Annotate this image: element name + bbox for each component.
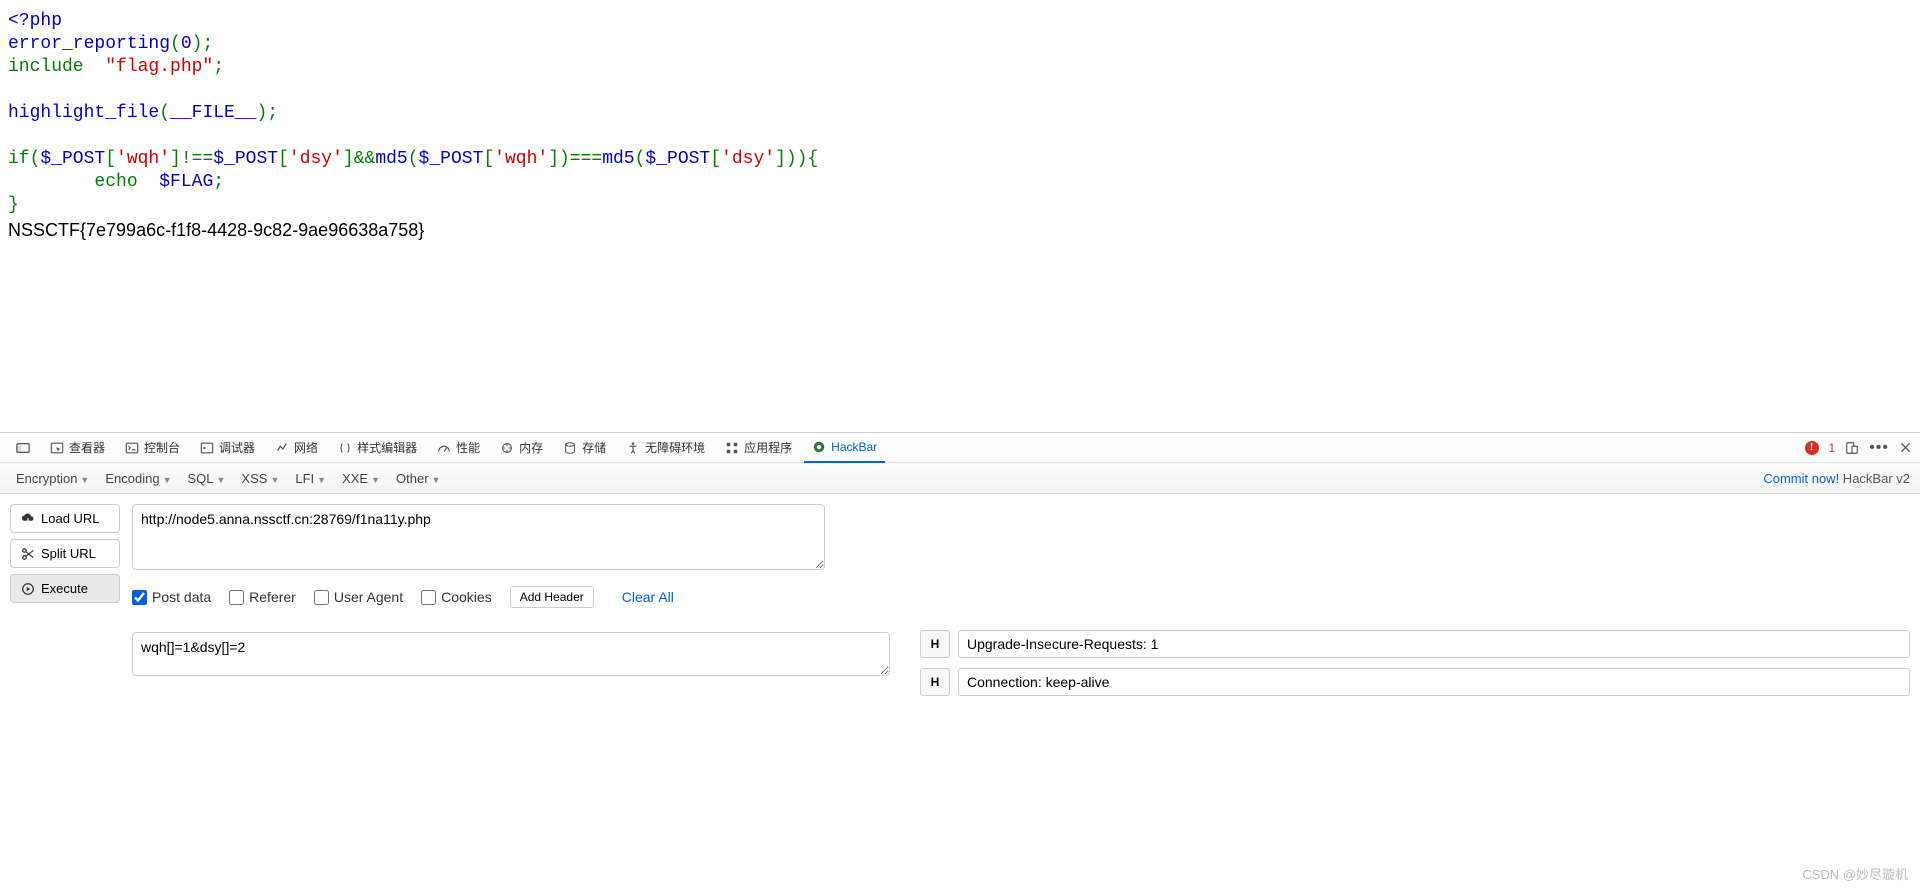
flag-output: NSSCTF{7e799a6c-f1f8-4428-9c82-9ae96638a… (8, 219, 1912, 242)
menu-other[interactable]: Other▼ (390, 467, 446, 490)
split-url-button[interactable]: Split URL (10, 539, 120, 568)
debugger-icon (200, 441, 214, 455)
tab-performance[interactable]: 性能 (429, 433, 488, 463)
menu-encryption[interactable]: Encryption▼ (10, 467, 95, 490)
tab-label: HackBar (831, 440, 877, 454)
postdata-checkbox[interactable]: Post data (132, 589, 211, 605)
referer-checkbox[interactable]: Referer (229, 589, 296, 605)
responsive-icon[interactable] (1845, 441, 1859, 455)
tab-console[interactable]: 控制台 (117, 433, 188, 463)
menu-lfi[interactable]: LFI▼ (289, 467, 332, 490)
caret-icon: ▼ (163, 475, 172, 485)
caret-icon: ▼ (270, 475, 279, 485)
storage-icon (563, 441, 577, 455)
caret-icon: ▼ (371, 475, 380, 485)
inspector-icon (50, 441, 64, 455)
console-icon (125, 441, 139, 455)
error-badge-icon[interactable]: ! (1805, 441, 1819, 455)
menu-sql[interactable]: SQL▼ (181, 467, 231, 490)
memory-icon (500, 441, 514, 455)
watermark: CSDN @妙尽璇机 (1802, 864, 1908, 883)
close-icon[interactable] (1899, 441, 1912, 454)
tab-memory[interactable]: 内存 (492, 433, 551, 463)
hackbar-toolbar: Encryption▼ Encoding▼ SQL▼ XSS▼ LFI▼ XXE… (0, 463, 1920, 494)
tab-storage[interactable]: 存储 (555, 433, 614, 463)
menu-xxe[interactable]: XXE▼ (336, 467, 386, 490)
caret-icon: ▼ (80, 475, 89, 485)
play-circle-icon (21, 582, 35, 596)
caret-icon: ▼ (217, 475, 226, 485)
header-row: H (920, 668, 1910, 696)
tab-label: 调试器 (219, 439, 255, 456)
hackbar-brand: HackBar v2 (1839, 471, 1910, 486)
commit-link[interactable]: Commit now! (1763, 471, 1839, 486)
network-icon (275, 441, 289, 455)
devtools-tabbar: 查看器 控制台 调试器 网络 样式编辑器 性能 内存 存储 (0, 433, 1920, 463)
application-icon (725, 441, 739, 455)
header-value-input[interactable] (958, 668, 1910, 696)
tab-label: 查看器 (69, 439, 105, 456)
performance-icon (437, 441, 451, 455)
tab-application[interactable]: 应用程序 (717, 433, 800, 463)
hackbar-body: Load URL Split URL Execute Post data Ref… (0, 494, 1920, 696)
button-label: Load URL (41, 511, 100, 526)
caret-icon: ▼ (432, 475, 441, 485)
tab-styleeditor[interactable]: 样式编辑器 (330, 433, 425, 463)
menu-encoding[interactable]: Encoding▼ (99, 467, 177, 490)
tab-accessibility[interactable]: 无障碍环境 (618, 433, 713, 463)
accessibility-icon (626, 441, 640, 455)
tab-hackbar[interactable]: HackBar (804, 433, 885, 463)
header-type-button[interactable]: H (920, 630, 950, 658)
postdata-input[interactable] (132, 632, 890, 676)
more-icon[interactable]: ••• (1869, 439, 1889, 457)
scissors-icon (21, 547, 35, 561)
cookies-checkbox[interactable]: Cookies (421, 589, 492, 605)
php-source: <?php error_reporting(0); include "flag.… (0, 0, 1920, 252)
tab-label: 内存 (519, 439, 543, 456)
tab-label: 性能 (456, 439, 480, 456)
clear-all-link[interactable]: Clear All (622, 589, 674, 605)
style-icon (338, 441, 352, 455)
devtools-panel: 查看器 控制台 调试器 网络 样式编辑器 性能 内存 存储 (0, 432, 1920, 696)
button-label: Split URL (41, 546, 96, 561)
dock-icon (16, 441, 30, 455)
tab-label: 存储 (582, 439, 606, 456)
menu-xss[interactable]: XSS▼ (235, 467, 285, 490)
hackbar-icon (812, 440, 826, 454)
tab-label: 无障碍环境 (645, 439, 705, 456)
cloud-download-icon (21, 512, 35, 526)
tab-inspector[interactable]: 查看器 (42, 433, 113, 463)
add-header-button[interactable]: Add Header (510, 586, 594, 608)
url-input[interactable] (132, 504, 825, 570)
caret-icon: ▼ (317, 475, 326, 485)
header-type-button[interactable]: H (920, 668, 950, 696)
tab-label: 控制台 (144, 439, 180, 456)
devtools-dock-button[interactable] (8, 433, 38, 463)
useragent-checkbox[interactable]: User Agent (314, 589, 403, 605)
tab-debugger[interactable]: 调试器 (192, 433, 263, 463)
header-row: H (920, 630, 1910, 658)
execute-button[interactable]: Execute (10, 574, 120, 603)
load-url-button[interactable]: Load URL (10, 504, 120, 533)
tab-label: 网络 (294, 439, 318, 456)
tab-label: 应用程序 (744, 439, 792, 456)
header-value-input[interactable] (958, 630, 1910, 658)
tab-network[interactable]: 网络 (267, 433, 326, 463)
button-label: Execute (41, 581, 88, 596)
error-count: 1 (1829, 441, 1836, 455)
tab-label: 样式编辑器 (357, 439, 417, 456)
